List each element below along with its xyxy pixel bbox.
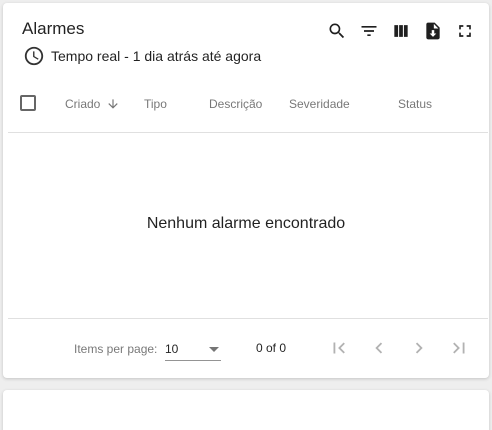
page-size-select[interactable]: 10 <box>165 337 221 361</box>
empty-message: Nenhum alarme encontrado <box>146 215 346 232</box>
fullscreen-button[interactable] <box>449 17 481 45</box>
last-page-button[interactable] <box>444 333 474 363</box>
columns-button[interactable] <box>385 17 417 45</box>
widget-toolbar <box>321 17 481 45</box>
first-page-button[interactable] <box>324 333 354 363</box>
column-header-description[interactable]: Descrição <box>209 97 262 111</box>
filter-icon <box>361 26 377 36</box>
next-page-button[interactable] <box>404 333 434 363</box>
timewindow-label: Tempo real - 1 dia atrás até agora <box>51 48 262 64</box>
first-page-icon <box>333 342 345 354</box>
fullscreen-icon <box>459 25 471 37</box>
chevron-right-icon <box>415 342 423 354</box>
export-button[interactable] <box>417 17 449 45</box>
table-header: Criado Tipo Descrição Severidade Status <box>8 83 488 133</box>
column-header-status[interactable]: Status <box>398 97 432 111</box>
paginator-divider <box>8 318 488 319</box>
clock-icon <box>24 46 44 66</box>
previous-page-button[interactable] <box>364 333 394 363</box>
column-header-severity[interactable]: Severidade <box>289 97 350 111</box>
alarms-widget: Alarmes Tempo real - 1 dia atrás até ago… <box>3 3 489 378</box>
select-all-checkbox[interactable] <box>20 95 36 111</box>
search-icon <box>329 23 345 39</box>
search-button[interactable] <box>321 17 353 45</box>
column-label-created: Criado <box>65 97 101 111</box>
paginator: Items per page: 10 0 of 0 <box>3 333 489 363</box>
items-per-page-label: Items per page: <box>74 342 158 356</box>
column-header-type[interactable]: Tipo <box>144 97 167 111</box>
export-icon <box>426 22 440 40</box>
page-size-value: 10 <box>165 342 179 356</box>
next-widget-card <box>3 390 489 430</box>
sort-arrow-down-icon <box>108 99 119 109</box>
chevron-left-icon <box>375 342 383 354</box>
widget-title: Alarmes <box>22 19 85 38</box>
column-header-created[interactable]: Criado <box>65 97 120 111</box>
dropdown-arrow-icon <box>209 347 219 352</box>
filter-button[interactable] <box>353 17 385 45</box>
last-page-icon <box>453 342 465 354</box>
columns-icon <box>394 25 408 37</box>
timewindow-selector[interactable]: Tempo real - 1 dia atrás até agora <box>23 45 261 67</box>
range-label: 0 of 0 <box>256 341 287 355</box>
